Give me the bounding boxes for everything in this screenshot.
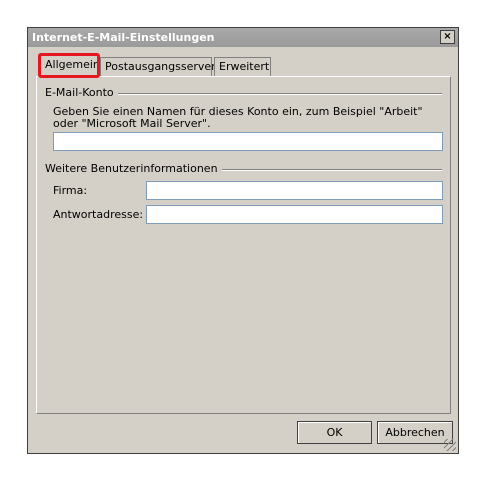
account-name-input[interactable] [53,132,443,151]
tab-erweitert[interactable]: Erweitert [214,57,271,76]
ok-button[interactable]: OK [297,421,372,444]
email-settings-dialog: Internet-E-Mail-Einstellungen × Allgemei… [27,27,459,454]
company-input[interactable] [146,181,443,200]
resize-grip-icon[interactable] [444,439,456,451]
tab-postausgangsserver[interactable]: Postausgangsserver [100,57,216,76]
tab-postausgangsserver-label: Postausgangsserver [105,60,216,73]
tab-erweitert-label: Erweitert [219,60,270,73]
cancel-button[interactable]: Abbrechen [377,421,453,444]
close-button[interactable]: × [440,30,455,44]
tab-highlight-marker [38,53,100,78]
company-label: Firma: [53,184,88,197]
reply-address-label: Antwortadresse: [53,208,144,221]
account-name-description: Geben Sie einen Namen für dieses Konto e… [53,105,423,130]
close-icon: × [443,31,452,42]
title-bar: Internet-E-Mail-Einstellungen × [28,28,458,47]
group-label-user-info: Weitere Benutzerinformationen [45,162,222,175]
reply-address-input[interactable] [146,205,443,224]
window-title: Internet-E-Mail-Einstellungen [32,31,215,44]
group-label-mail-account: E-Mail-Konto [45,86,118,99]
